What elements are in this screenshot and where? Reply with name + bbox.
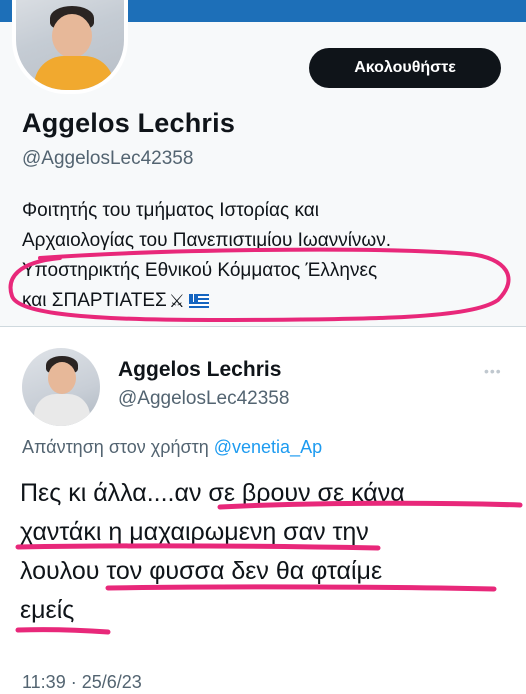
tweet-avatar[interactable] [22,348,100,426]
bio-line: Φοιτητής του τμήματος Ιστορίας και [22,200,319,221]
reply-prefix: Απάντηση στον χρήστη [22,437,209,457]
tweet-author-name[interactable]: Aggelos Lechris [118,358,281,382]
tweet-text-line: Πες κι άλλα....αν σε βρουν σε κάνα [20,479,405,507]
profile-handle[interactable]: @AggelosLec42358 [22,148,193,170]
tweet-text-line: χαντάκι η μαχαιρωμενη σαν την [20,518,369,546]
reply-mention-link[interactable]: @venetia_Ap [214,437,322,457]
tweet-author-handle[interactable]: @AggelosLec42358 [118,388,289,410]
more-dots-icon[interactable]: ••• [484,363,502,379]
bio-line: Υποστηρικτής Εθνικού Κόμματος Έλληνες [22,260,378,281]
profile-bio: Φοιτητής του τμήματος Ιστορίας και Αρχαι… [22,196,518,316]
profile-name: Aggelos Lechris [22,108,236,138]
bio-line: και ΣΠΑΡΤΙΑΤΕΣ ⚔ [22,286,518,316]
bio-line-text: και ΣΠΑΡΤΙΑΤΕΣ [22,290,167,312]
tweet-text-line: εμείς [20,596,75,624]
section-divider [0,326,526,327]
greek-flag-icon [188,294,209,308]
tweet-timestamp[interactable]: 11:39 · 25/6/23 [22,672,142,693]
crossed-swords-icon: ⚔ [168,291,185,311]
profile-avatar[interactable] [12,0,128,94]
tweet-text: Πες κι άλλα....αν σε βρουν σε κάνα χαντά… [20,474,520,630]
reply-context: Απάντηση στον χρήστη @venetia_Ap [22,437,322,458]
tweet-text-line: λουλου τον φυσσα δεν θα φταίμε [20,557,383,585]
bio-line: Αρχαιολογίας του Πανεπιστιμίου Ιωαννίνων… [22,230,392,251]
follow-button[interactable]: Ακολουθήστε [309,48,501,88]
